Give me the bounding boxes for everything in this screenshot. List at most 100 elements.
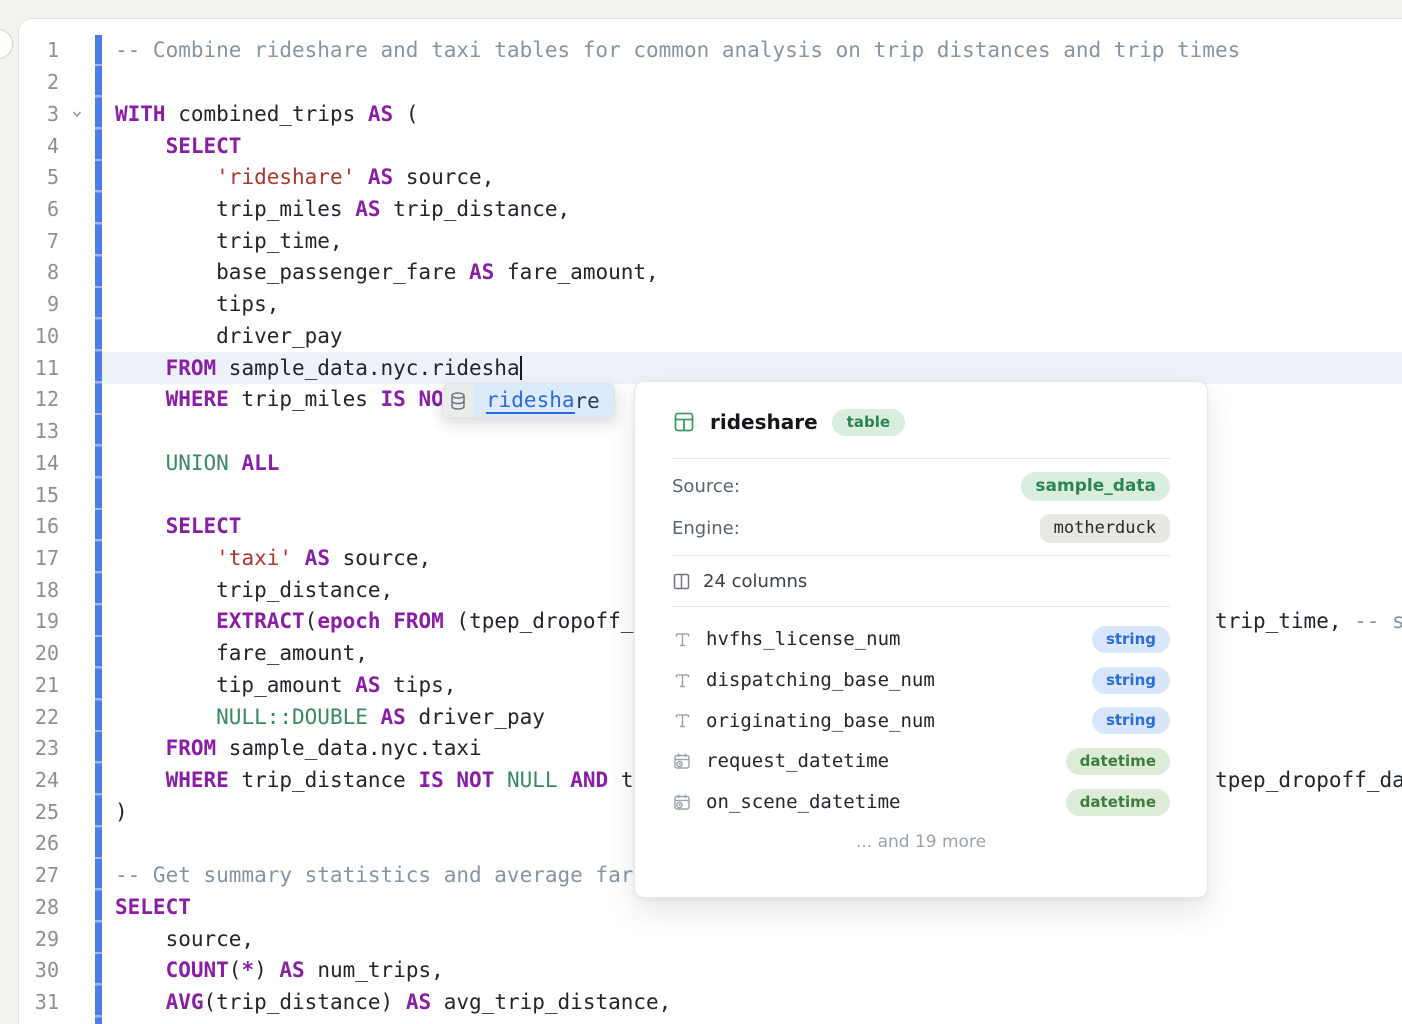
fold-gutter <box>59 796 95 828</box>
code-line[interactable]: 9 tips, <box>19 288 1402 320</box>
line-number[interactable]: 19 <box>19 609 59 633</box>
code-line[interactable]: 2 <box>19 66 1402 98</box>
code-text[interactable]: WITH combined_trips AS ( <box>102 98 1402 130</box>
code-token: -- seconds <box>1354 609 1402 633</box>
code-text[interactable]: AVG(trip_time) AS avg_trip_time, <box>102 1018 1402 1024</box>
divider <box>672 606 1170 607</box>
code-text[interactable] <box>102 66 1402 98</box>
line-number[interactable]: 20 <box>19 641 59 665</box>
line-number[interactable]: 30 <box>19 958 59 982</box>
fold-gutter <box>59 923 95 955</box>
line-number[interactable]: 4 <box>19 134 59 158</box>
line-number[interactable]: 12 <box>19 387 59 411</box>
more-columns-label: ... and 19 more <box>672 832 1170 852</box>
line-number[interactable]: 5 <box>19 165 59 189</box>
code-token <box>115 451 166 475</box>
code-line[interactable]: 10 driver_pay <box>19 320 1402 352</box>
code-line[interactable]: 3 WITH combined_trips AS ( <box>19 98 1402 130</box>
code-text[interactable]: base_passenger_fare AS fare_amount, <box>102 257 1402 289</box>
autocomplete-item-rideshare[interactable]: rideshare <box>473 384 614 417</box>
line-number[interactable]: 29 <box>19 927 59 951</box>
chevron-down-icon <box>70 107 84 121</box>
column-type-badge: datetime <box>1066 789 1170 816</box>
sidebar-collapse-handle[interactable] <box>0 29 13 59</box>
code-token <box>115 768 166 792</box>
line-number[interactable]: 11 <box>19 356 59 380</box>
code-token: FROM <box>166 736 217 760</box>
line-number[interactable]: 9 <box>19 292 59 316</box>
info-row-source: Source:sample_data <box>672 465 1170 507</box>
code-token <box>229 451 242 475</box>
code-token: ( <box>305 609 318 633</box>
line-number[interactable]: 31 <box>19 990 59 1014</box>
line-number[interactable]: 3 <box>19 102 59 126</box>
change-indicator-bar <box>95 193 102 225</box>
code-token: NULL <box>507 768 558 792</box>
line-number[interactable]: 21 <box>19 673 59 697</box>
code-line[interactable]: 7 trip_time, <box>19 225 1402 257</box>
line-number[interactable]: 26 <box>19 831 59 855</box>
code-line[interactable]: 32 AVG(trip_time) AS avg_trip_time, <box>19 1018 1402 1024</box>
line-number[interactable]: 25 <box>19 800 59 824</box>
code-text[interactable]: 'rideshare' AS source, <box>102 161 1402 193</box>
line-number[interactable]: 2 <box>19 70 59 94</box>
code-text[interactable]: AVG(trip_distance) AS avg_trip_distance, <box>102 986 1402 1018</box>
code-line[interactable]: 1 -- Combine rideshare and taxi tables fo… <box>19 35 1402 67</box>
line-number[interactable]: 24 <box>19 768 59 792</box>
line-number[interactable]: 14 <box>19 451 59 475</box>
line-number[interactable]: 27 <box>19 863 59 887</box>
code-token <box>406 387 419 411</box>
code-line[interactable]: 30 COUNT(*) AS num_trips, <box>19 954 1402 986</box>
code-line[interactable]: 6 trip_miles AS trip_distance, <box>19 193 1402 225</box>
code-text[interactable]: driver_pay <box>102 320 1402 352</box>
fold-gutter <box>59 510 95 542</box>
code-line[interactable]: 4 SELECT <box>19 130 1402 162</box>
line-number[interactable]: 23 <box>19 736 59 760</box>
line-number[interactable]: 18 <box>19 578 59 602</box>
code-text[interactable]: FROM sample_data.nyc.ridesha <box>102 352 1402 384</box>
code-token: tip_amount <box>115 673 355 697</box>
code-line[interactable]: 8 base_passenger_fare AS fare_amount, <box>19 257 1402 289</box>
line-number[interactable]: 10 <box>19 324 59 348</box>
code-token: AS <box>355 197 380 221</box>
code-text[interactable]: COUNT(*) AS num_trips, <box>102 954 1402 986</box>
code-text[interactable]: source, <box>102 923 1402 955</box>
autocomplete-popup: rideshare <box>442 383 615 418</box>
code-token <box>115 387 166 411</box>
line-number[interactable]: 28 <box>19 895 59 919</box>
column-name: on_scene_datetime <box>706 791 900 813</box>
code-text[interactable]: -- Combine rideshare and taxi tables for… <box>102 35 1402 67</box>
code-token: (trip_distance) <box>204 990 406 1014</box>
fold-toggle[interactable] <box>59 98 95 130</box>
code-line[interactable]: 29 source, <box>19 923 1402 955</box>
line-number[interactable]: 22 <box>19 705 59 729</box>
code-token: tips, <box>381 673 457 697</box>
code-line[interactable]: 11 FROM sample_data.nyc.ridesha <box>19 352 1402 384</box>
code-token: * <box>241 958 254 982</box>
code-text[interactable]: SELECT <box>102 130 1402 162</box>
column-row: originating_base_numstring <box>672 700 1170 741</box>
code-token: AND <box>570 768 608 792</box>
code-token: -- Combine rideshare and taxi tables for… <box>115 38 1240 62</box>
code-text[interactable]: trip_miles AS trip_distance, <box>102 193 1402 225</box>
code-line[interactable]: 5 'rideshare' AS source, <box>19 161 1402 193</box>
code-line[interactable]: 31 AVG(trip_distance) AS avg_trip_distan… <box>19 986 1402 1018</box>
text-type-icon <box>672 712 692 729</box>
line-number[interactable]: 13 <box>19 419 59 443</box>
line-number[interactable]: 17 <box>19 546 59 570</box>
line-number[interactable]: 1 <box>19 38 59 62</box>
code-token <box>494 768 507 792</box>
change-indicator-bar <box>95 288 102 320</box>
line-number[interactable]: 16 <box>19 514 59 538</box>
line-number[interactable]: 15 <box>19 483 59 507</box>
code-token: trip_distance, <box>381 197 571 221</box>
code-text[interactable]: tips, <box>102 288 1402 320</box>
line-number[interactable]: 6 <box>19 197 59 221</box>
code-token: fare_amount, <box>494 260 658 284</box>
code-token: tips, <box>115 292 279 316</box>
line-number[interactable]: 8 <box>19 260 59 284</box>
line-number[interactable]: 7 <box>19 229 59 253</box>
change-indicator-bar <box>95 606 102 638</box>
code-text[interactable]: trip_time, <box>102 225 1402 257</box>
code-token: trip_miles <box>115 197 355 221</box>
